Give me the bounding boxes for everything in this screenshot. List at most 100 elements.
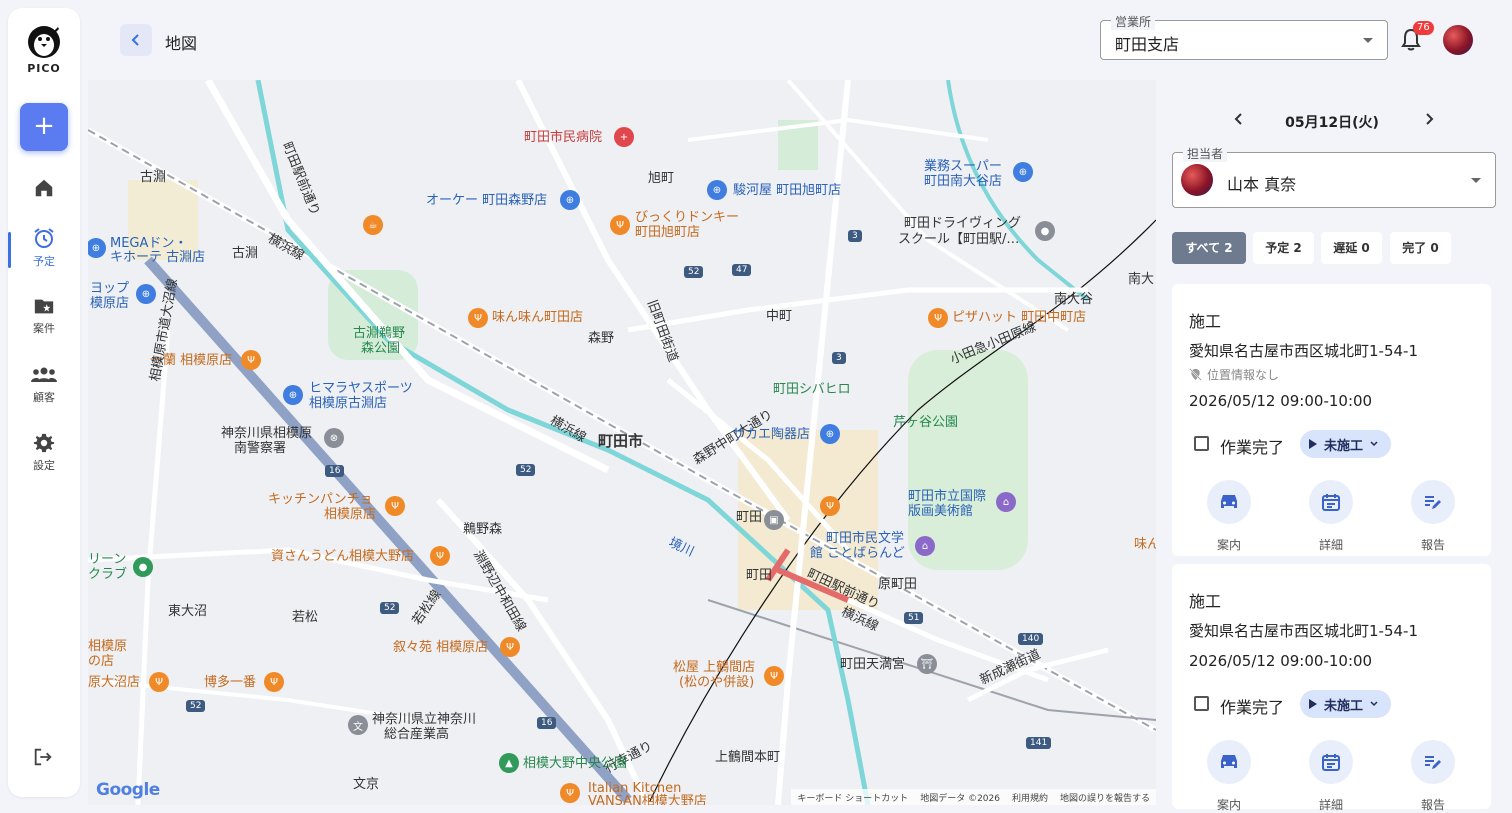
restaurant-icon[interactable]: Ψ — [820, 496, 840, 516]
card-address: 愛知県名古屋市西区城北町1-54-1 — [1189, 342, 1419, 360]
no-location-note: 位置情報なし — [1189, 366, 1279, 383]
map-footer-link[interactable]: 地図の誤りを報告する — [1060, 791, 1150, 804]
filter-delayed[interactable]: 遅延 0 — [1321, 232, 1382, 264]
school-icon[interactable]: 文 — [348, 715, 368, 735]
sidebar-item-projects[interactable]: 案件 — [8, 295, 80, 336]
restaurant-icon[interactable]: Ψ — [610, 215, 630, 235]
staff-select-label: 担当者 — [1183, 145, 1228, 162]
shopping-bag-icon[interactable]: ⊕ — [283, 385, 303, 405]
logout-button[interactable] — [32, 746, 54, 772]
complete-checkbox[interactable] — [1194, 696, 1209, 711]
map-footer-text: 地図データ ©2026 — [920, 794, 1000, 804]
card-type: 施工 — [1189, 592, 1222, 611]
restaurant-icon[interactable]: Ψ — [149, 672, 169, 692]
map-label: 旭町 — [648, 171, 675, 186]
filter-completed[interactable]: 完了 0 — [1390, 232, 1451, 264]
park-icon[interactable]: ▲ — [499, 753, 519, 773]
guide-button[interactable]: 案内 — [1199, 740, 1259, 813]
back-button[interactable] — [120, 24, 152, 56]
museum-icon[interactable]: ⌂ — [996, 492, 1016, 512]
map-label: 相模大野中央公園 — [523, 756, 628, 771]
map-label: ヨップ — [90, 281, 130, 296]
play-icon — [1309, 439, 1317, 449]
hospital-icon[interactable]: + — [614, 127, 634, 147]
map-label: 町田市民病院 — [524, 130, 603, 145]
chevron-left-icon — [1234, 113, 1242, 125]
sidebar-item-customers[interactable]: 顧客 — [8, 364, 80, 405]
next-date-button[interactable] — [1420, 110, 1438, 132]
filter-all[interactable]: すべて 2 — [1172, 232, 1246, 264]
museum-icon[interactable]: ⌂ — [915, 536, 935, 556]
detail-button[interactable]: 詳細 — [1301, 480, 1361, 553]
road-number-shield: 141 — [1026, 737, 1052, 749]
road-number-shield: 52 — [516, 464, 536, 476]
map-label: 中町 — [766, 309, 793, 324]
road-number-shield: 16 — [325, 465, 345, 477]
restaurant-icon[interactable]: Ψ — [764, 666, 784, 686]
road-number-shield: 140 — [1018, 633, 1044, 645]
restaurant-icon[interactable]: Ψ — [500, 637, 520, 657]
complete-checkbox[interactable] — [1194, 436, 1209, 451]
restaurant-icon[interactable]: Ψ — [560, 783, 580, 803]
map-label: 相模原 — [88, 639, 128, 654]
caret-down-icon — [1471, 178, 1481, 183]
shrine-icon[interactable]: ⛩ — [917, 654, 937, 674]
train-station-icon[interactable]: ▣ — [764, 510, 784, 530]
shopping-bag-icon[interactable]: ⊕ — [707, 180, 727, 200]
staff-select-value: 山本 真奈 — [1227, 175, 1297, 194]
place-pin-icon[interactable]: ● — [1035, 221, 1055, 241]
report-button[interactable]: 報告 — [1403, 480, 1463, 553]
map-label: クラブ — [88, 567, 128, 582]
cafe-icon[interactable]: ☕ — [363, 215, 383, 235]
chevron-left-icon — [131, 34, 139, 46]
play-icon — [1309, 699, 1317, 709]
penguin-logo-icon — [28, 26, 60, 58]
detail-button[interactable]: 詳細 — [1301, 740, 1361, 813]
guide-button[interactable]: 案内 — [1199, 480, 1259, 553]
status-dropdown[interactable]: 未施工 — [1300, 430, 1391, 458]
golf-icon[interactable]: ● — [133, 557, 153, 577]
restaurant-icon[interactable]: Ψ — [264, 672, 284, 692]
detail-label: 詳細 — [1318, 538, 1343, 552]
prev-date-button[interactable] — [1230, 110, 1248, 132]
map-label: 南警察署 — [234, 441, 287, 456]
shopping-bag-icon[interactable]: ⊕ — [136, 284, 156, 304]
restaurant-icon[interactable]: Ψ — [430, 546, 450, 566]
status-dropdown[interactable]: 未施工 — [1300, 690, 1391, 718]
restaurant-icon[interactable]: Ψ — [468, 308, 488, 328]
map-label: キッチンパンチョ — [268, 492, 373, 507]
user-avatar[interactable] — [1443, 25, 1473, 55]
schedule-card[interactable]: 施工 愛知県名古屋市西区城北町1-54-1 位置情報なし 2026/05/12 … — [1172, 284, 1491, 556]
map-label: 町田南大谷店 — [924, 174, 1003, 189]
road-number-shield: 52 — [380, 602, 400, 614]
staff-select[interactable]: 担当者 山本 真奈 — [1172, 145, 1496, 208]
sidebar-item-schedule[interactable]: 予定 — [8, 226, 80, 269]
restaurant-icon[interactable]: Ψ — [241, 350, 261, 370]
shopping-cart-icon[interactable]: ⊕ — [560, 190, 580, 210]
shopping-cart-icon[interactable]: ⊕ — [1013, 162, 1033, 182]
app-logo[interactable]: PICO — [8, 24, 80, 75]
sidebar-item-label: 顧客 — [33, 391, 55, 404]
road-number-shield: 16 — [537, 717, 557, 729]
map-label: 町田天満宮 — [840, 657, 906, 672]
map-footer-link[interactable]: 利用規約 — [1012, 791, 1048, 804]
police-icon[interactable]: ⊗ — [324, 428, 344, 448]
report-button[interactable]: 報告 — [1403, 740, 1463, 813]
map-footer-link[interactable]: キーボード ショートカット — [797, 791, 908, 804]
road-number-shield: 3 — [832, 352, 846, 364]
restaurant-icon[interactable]: Ψ — [928, 308, 948, 328]
schedule-card[interactable]: 施工 愛知県名古屋市西区城北町1-54-1 2026/05/12 09:00-1… — [1172, 564, 1491, 812]
guide-label: 案内 — [1216, 538, 1241, 552]
no-location-text: 位置情報なし — [1207, 368, 1280, 382]
sidebar-item-home[interactable] — [8, 177, 80, 202]
office-select[interactable]: 営業所 町田支店 — [1100, 13, 1388, 60]
map-label: 町田ドライヴィング — [904, 216, 1022, 231]
filter-scheduled[interactable]: 予定 2 — [1253, 232, 1314, 264]
map-view[interactable]: 町田市民病院 + 旭町 オーケー 町田森野店 ⊕ ⊕ 駿河屋 町田旭町店 Ψ び… — [88, 80, 1156, 805]
sidebar-item-settings[interactable]: 設定 — [8, 432, 80, 473]
add-button[interactable]: + — [20, 103, 68, 151]
shopping-bag-icon[interactable]: ⊕ — [820, 424, 840, 444]
map-label: 資さんうどん相模大野店 — [271, 549, 415, 564]
restaurant-icon[interactable]: Ψ — [385, 496, 405, 516]
map-label: 駿河屋 町田旭町店 — [733, 183, 842, 198]
